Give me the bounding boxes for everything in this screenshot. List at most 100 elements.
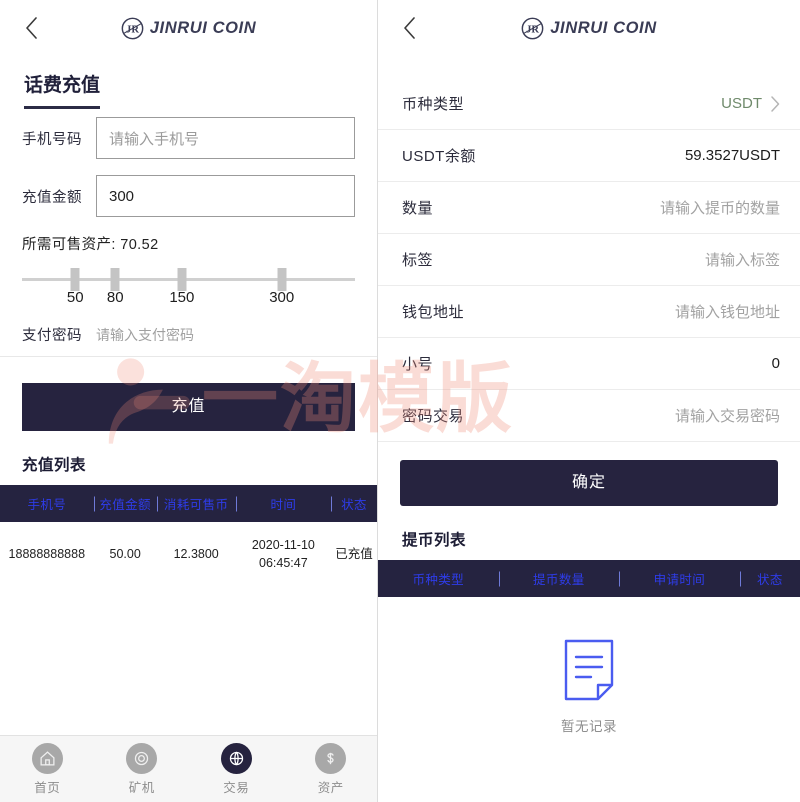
cell-phone: 18888888888	[8, 547, 86, 562]
slider-tick-label[interactable]: 300	[269, 289, 294, 306]
amount-label: 充值金额	[22, 189, 82, 206]
document-empty-icon	[564, 639, 614, 701]
pay-password-row: 支付密码 请输入支付密码	[0, 313, 377, 357]
row-value: USDT	[721, 95, 762, 112]
empty-state-label: 暂无记录	[561, 719, 617, 734]
row-label: 密码交易	[402, 408, 465, 425]
row-value-wrap: 请输入提币的数量	[660, 197, 780, 218]
recharge-button[interactable]: 充值	[22, 383, 355, 431]
slider-tick[interactable]	[70, 268, 80, 291]
confirm-button[interactable]: 确定	[400, 460, 778, 506]
col-phone: 手机号	[27, 498, 67, 512]
brand-name: JINRUI COIN	[149, 18, 257, 37]
svg-text:JR: JR	[526, 24, 539, 35]
tab-miner[interactable]: 矿机	[95, 736, 190, 802]
col-amount: 充值金额	[94, 485, 157, 522]
brand-logo: JR JINRUI COIN	[521, 17, 657, 40]
tab-home[interactable]: 首页	[0, 736, 95, 802]
chevron-right-icon	[771, 95, 780, 112]
right-panel-withdraw: JR JINRUI COIN 币种类型 USDT USDT余额 59.3527U…	[378, 0, 800, 802]
phone-label: 手机号码	[22, 131, 82, 148]
trade-password-input[interactable]: 请输入交易密码	[675, 405, 780, 426]
col-status: 状态	[331, 485, 377, 522]
cell-consume: 12.3800	[173, 547, 219, 562]
slider-tick-label[interactable]: 50	[67, 289, 84, 306]
col-withdraw-amount: 提币数量	[499, 560, 620, 597]
left-header: JR JINRUI COIN	[0, 0, 377, 56]
empty-state: 暂无记录	[378, 597, 800, 735]
wallet-address-input[interactable]: 请输入钱包地址	[675, 301, 780, 322]
row-label: 数量	[402, 200, 434, 217]
home-icon	[31, 742, 63, 774]
bottom-tab-bar: 首页 矿机 交易 资产	[0, 735, 378, 802]
slider-tick[interactable]	[110, 268, 120, 291]
tab-trade-label: 交易	[223, 780, 250, 795]
required-asset-text: 所需可售资产: 70.52	[22, 237, 159, 253]
right-top-spacer	[378, 56, 800, 78]
table-row[interactable]: 18888888888 50.00 12.3800 2020-11-10 06:…	[0, 522, 377, 586]
dollar-icon	[315, 742, 347, 774]
row-value-wrap: 请输入钱包地址	[675, 301, 780, 322]
subaccount-value: 0	[771, 355, 780, 372]
row-label: 钱包地址	[402, 304, 465, 321]
recharge-list-title: 充值列表	[22, 457, 87, 474]
slider-tick[interactable]	[177, 268, 187, 291]
tab-trade[interactable]: 交易	[189, 736, 284, 802]
svg-text:JR: JR	[126, 24, 139, 35]
cell-status: 已充值	[335, 547, 373, 562]
slider-track[interactable]	[22, 268, 355, 291]
recharge-table-head: 手机号 充值金额 消耗可售币 时间 状态	[0, 485, 377, 522]
slider-tick-label[interactable]: 80	[107, 289, 124, 306]
jr-circle-icon: JR	[121, 17, 144, 39]
row-subaccount[interactable]: 小号 0	[378, 338, 800, 390]
slider-tick-label[interactable]: 150	[169, 289, 194, 306]
amount-slider[interactable]: 50 80 150 300	[0, 254, 377, 313]
withdraw-table-head: 币种类型 提币数量 申请时间 状态	[378, 560, 800, 597]
row-value-wrap: 请输入标签	[705, 249, 780, 270]
amount-input[interactable]: 300	[96, 175, 355, 217]
withdraw-list-title: 提币列表	[402, 532, 467, 549]
tab-assets[interactable]: 资产	[284, 736, 378, 802]
row-wallet-address[interactable]: 钱包地址 请输入钱包地址	[378, 286, 800, 338]
quantity-input[interactable]: 请输入提币的数量	[660, 197, 780, 218]
confirm-button-wrap: 确定	[378, 442, 800, 506]
row-trade-password[interactable]: 密码交易 请输入交易密码	[378, 390, 800, 442]
app-screen: JR JINRUI COIN 话费充值 手机号码 请输入手机号 充值金额 300…	[0, 0, 800, 802]
tab-assets-label: 资产	[317, 780, 344, 795]
back-icon[interactable]	[396, 15, 422, 41]
recharge-table: 手机号 充值金额 消耗可售币 时间 状态 18888888888 50.00 1…	[0, 485, 377, 586]
col-time: 时间	[236, 485, 331, 522]
slider-tick[interactable]	[277, 268, 287, 291]
recharge-button-wrap: 充值	[0, 357, 377, 431]
phone-input[interactable]: 请输入手机号	[96, 117, 355, 159]
page-title: 话费充值	[24, 70, 101, 109]
tag-input[interactable]: 请输入标签	[705, 249, 780, 270]
row-value: 59.3527USDT	[684, 147, 780, 164]
col-consume: 消耗可售币	[157, 485, 236, 522]
miner-icon	[126, 742, 158, 774]
pay-password-label: 支付密码	[22, 328, 82, 344]
cell-time: 2020-11-10 06:45:47	[251, 538, 315, 571]
left-panel-recharge: JR JINRUI COIN 话费充值 手机号码 请输入手机号 充值金额 300…	[0, 0, 378, 802]
pay-password-input[interactable]: 请输入支付密码	[96, 325, 355, 345]
section-title-wrap: 话费充值	[0, 56, 377, 109]
recharge-table-body: 18888888888 50.00 12.3800 2020-11-10 06:…	[0, 522, 377, 586]
back-icon[interactable]	[18, 15, 44, 41]
col-coin-type: 币种类型	[412, 573, 465, 587]
row-coin-type[interactable]: 币种类型 USDT	[378, 78, 800, 130]
jr-circle-icon: JR	[521, 17, 544, 39]
withdraw-table: 币种类型 提币数量 申请时间 状态	[378, 560, 800, 597]
row-label: 小号	[402, 356, 434, 373]
recharge-table-header-row: 手机号 充值金额 消耗可售币 时间 状态	[0, 485, 377, 522]
withdraw-table-header-row: 币种类型 提币数量 申请时间 状态	[378, 560, 800, 597]
brand-name: JINRUI COIN	[550, 18, 657, 37]
col-apply-time: 申请时间	[619, 560, 740, 597]
row-value-wrap: USDT	[721, 95, 780, 112]
row-quantity[interactable]: 数量 请输入提币的数量	[378, 182, 800, 234]
row-value-wrap: 0	[772, 355, 780, 372]
col-status: 状态	[740, 560, 800, 597]
trade-globe-icon	[220, 742, 252, 774]
brand-logo: JR JINRUI COIN	[121, 17, 257, 40]
phone-row: 手机号码 请输入手机号	[0, 109, 377, 167]
row-tag[interactable]: 标签 请输入标签	[378, 234, 800, 286]
